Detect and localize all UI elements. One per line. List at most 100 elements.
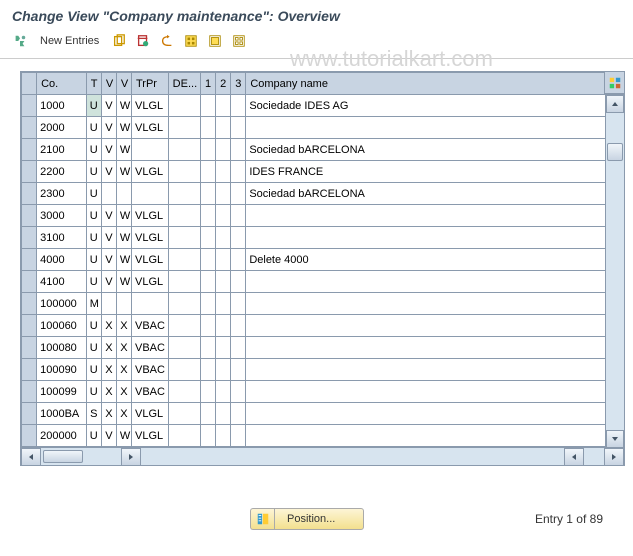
cell-1[interactable] <box>201 117 216 139</box>
cell-trpr[interactable]: VLGL <box>132 161 169 183</box>
cell-1[interactable] <box>201 337 216 359</box>
cell-v1[interactable]: V <box>101 117 116 139</box>
cell-trpr[interactable]: VBAC <box>132 359 169 381</box>
row-selector[interactable] <box>22 205 37 227</box>
row-selector[interactable] <box>22 139 37 161</box>
cell-company-name[interactable] <box>246 271 624 293</box>
cell-company-name[interactable] <box>246 337 624 359</box>
col-company-name[interactable]: Company name <box>246 73 624 95</box>
table-row[interactable]: 2200UVWVLGLIDES FRANCE <box>22 161 624 183</box>
col-2[interactable]: 2 <box>216 73 231 95</box>
cell-3[interactable] <box>231 359 246 381</box>
cell-company-name[interactable] <box>246 293 624 315</box>
cell-de[interactable] <box>168 183 200 205</box>
scroll-up-icon[interactable] <box>606 95 624 113</box>
vertical-scrollbar[interactable] <box>605 95 624 448</box>
cell-2[interactable] <box>216 271 231 293</box>
cell-company[interactable]: 3000 <box>37 205 87 227</box>
cell-v2[interactable]: X <box>116 359 131 381</box>
new-entries-button[interactable]: New Entries <box>34 33 105 49</box>
cell-company-name[interactable] <box>246 205 624 227</box>
cell-trpr[interactable]: VBAC <box>132 315 169 337</box>
cell-1[interactable] <box>201 293 216 315</box>
cell-v2[interactable]: W <box>116 205 131 227</box>
col-1[interactable]: 1 <box>201 73 216 95</box>
cell-de[interactable] <box>168 161 200 183</box>
table-row[interactable]: 100000M <box>22 293 624 315</box>
cell-trpr[interactable]: VLGL <box>132 403 169 425</box>
cell-2[interactable] <box>216 227 231 249</box>
cell-2[interactable] <box>216 381 231 403</box>
cell-de[interactable] <box>168 139 200 161</box>
cell-3[interactable] <box>231 249 246 271</box>
table-row[interactable]: 2000UVWVLGL <box>22 117 624 139</box>
cell-trpr[interactable]: VLGL <box>132 95 169 117</box>
cell-trpr[interactable]: VBAC <box>132 337 169 359</box>
cell-2[interactable] <box>216 315 231 337</box>
undo-icon[interactable] <box>157 32 177 50</box>
cell-de[interactable] <box>168 271 200 293</box>
cell-2[interactable] <box>216 359 231 381</box>
cell-1[interactable] <box>201 271 216 293</box>
position-icon[interactable] <box>250 508 274 530</box>
hscroll-left-icon[interactable] <box>21 448 41 466</box>
cell-3[interactable] <box>231 403 246 425</box>
cell-2[interactable] <box>216 425 231 447</box>
cell-3[interactable] <box>231 227 246 249</box>
cell-2[interactable] <box>216 249 231 271</box>
cell-3[interactable] <box>231 271 246 293</box>
cell-v1[interactable]: V <box>101 161 116 183</box>
cell-3[interactable] <box>231 95 246 117</box>
cell-1[interactable] <box>201 227 216 249</box>
cell-3[interactable] <box>231 315 246 337</box>
table-row[interactable]: 100060UXXVBAC <box>22 315 624 337</box>
cell-t[interactable]: U <box>86 139 101 161</box>
row-selector[interactable] <box>22 95 37 117</box>
cell-trpr[interactable] <box>132 139 169 161</box>
cell-v2[interactable]: X <box>116 315 131 337</box>
cell-company[interactable]: 2200 <box>37 161 87 183</box>
position-button[interactable]: Position... <box>274 508 364 530</box>
col-3[interactable]: 3 <box>231 73 246 95</box>
col-v1[interactable]: V <box>101 73 116 95</box>
scroll-down-icon[interactable] <box>606 430 624 448</box>
select-all-icon[interactable] <box>181 32 201 50</box>
cell-v1[interactable]: X <box>101 359 116 381</box>
row-selector[interactable] <box>22 183 37 205</box>
cell-2[interactable] <box>216 139 231 161</box>
hscroll-track-left[interactable] <box>41 448 121 465</box>
cell-3[interactable] <box>231 293 246 315</box>
cell-trpr[interactable]: VLGL <box>132 117 169 139</box>
row-selector[interactable] <box>22 249 37 271</box>
table-row[interactable]: 3000UVWVLGL <box>22 205 624 227</box>
cell-company-name[interactable] <box>246 403 624 425</box>
col-company[interactable]: Co. <box>37 73 87 95</box>
cell-company-name[interactable]: Delete 4000 <box>246 249 624 271</box>
cell-company[interactable]: 1000 <box>37 95 87 117</box>
cell-2[interactable] <box>216 117 231 139</box>
cell-trpr[interactable]: VBAC <box>132 381 169 403</box>
cell-v1[interactable] <box>101 183 116 205</box>
cell-2[interactable] <box>216 337 231 359</box>
cell-v2[interactable]: X <box>116 337 131 359</box>
row-selector[interactable] <box>22 161 37 183</box>
table-row[interactable]: 2100UVWSociedad bARCELONA <box>22 139 624 161</box>
cell-de[interactable] <box>168 205 200 227</box>
scroll-track[interactable] <box>606 113 624 430</box>
cell-trpr[interactable]: VLGL <box>132 425 169 447</box>
row-selector[interactable] <box>22 337 37 359</box>
col-t[interactable]: T <box>86 73 101 95</box>
cell-1[interactable] <box>201 359 216 381</box>
hscroll2-right-icon[interactable] <box>604 448 624 466</box>
cell-2[interactable] <box>216 293 231 315</box>
select-block-icon[interactable] <box>205 32 225 50</box>
cell-t[interactable]: U <box>86 425 101 447</box>
cell-company-name[interactable]: Sociedade IDES AG <box>246 95 624 117</box>
cell-company[interactable]: 100080 <box>37 337 87 359</box>
cell-de[interactable] <box>168 337 200 359</box>
cell-1[interactable] <box>201 139 216 161</box>
cell-company[interactable]: 1000BA <box>37 403 87 425</box>
cell-company[interactable]: 3100 <box>37 227 87 249</box>
cell-trpr[interactable]: VLGL <box>132 227 169 249</box>
cell-v1[interactable]: X <box>101 403 116 425</box>
